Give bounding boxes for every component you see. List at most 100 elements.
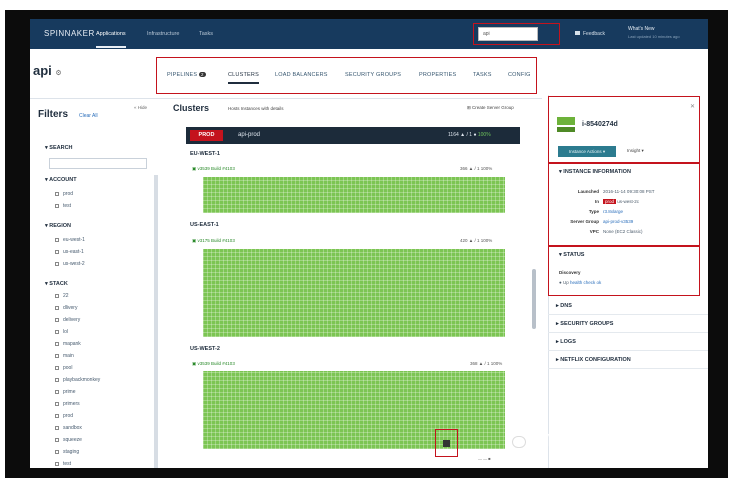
tab-security-groups[interactable]: SECURITY GROUPS xyxy=(345,72,401,78)
netflix-configuration-section[interactable]: ▸ NETFLIX CONFIGURATION xyxy=(556,357,701,363)
checkbox[interactable] xyxy=(55,293,59,298)
selected-instance[interactable] xyxy=(443,440,450,447)
divider xyxy=(548,332,708,333)
security-groups-section[interactable]: ▸ SECURITY GROUPS xyxy=(556,321,701,327)
dns-section[interactable]: ▸ DNS xyxy=(556,303,701,309)
pipelines-badge: 2 xyxy=(198,72,206,77)
create-server-group-button[interactable]: ⊞ Create Server Group xyxy=(467,105,514,111)
global-search-input[interactable]: api xyxy=(478,27,538,41)
header-divider xyxy=(30,98,542,99)
nav-tasks[interactable]: Tasks xyxy=(199,31,213,37)
filter-region-heading[interactable]: ▾ REGION xyxy=(45,223,71,229)
filter-account-heading[interactable]: ▾ ACCOUNT xyxy=(45,177,77,183)
filter-account-prod[interactable]: prod xyxy=(55,191,73,197)
filters-scrollbar[interactable] xyxy=(154,175,158,468)
filter-stack-item[interactable]: staging xyxy=(55,449,79,455)
server-group-label[interactable]: ▣ v3539 Build #4103 xyxy=(192,166,235,172)
checkbox[interactable] xyxy=(55,461,59,466)
checkbox[interactable] xyxy=(55,425,59,430)
tab-load-balancers[interactable]: LOAD BALANCERS xyxy=(275,72,328,78)
checkbox[interactable] xyxy=(55,449,59,454)
filter-stack-item[interactable]: sandbox xyxy=(55,425,82,431)
instance-icon xyxy=(557,117,575,132)
filter-stack-item[interactable]: 22 xyxy=(55,293,69,299)
hide-filters-link[interactable]: « Hide xyxy=(134,105,147,110)
server-group-count: 366 ▲ / 1 100% xyxy=(460,166,493,171)
server-group-label: Server Group xyxy=(570,219,599,224)
divider xyxy=(548,368,708,369)
checkbox[interactable] xyxy=(55,377,59,382)
server-group-label[interactable]: ▣ v3175 Build #4103 xyxy=(192,238,235,244)
filter-stack-item[interactable]: delivery xyxy=(55,317,80,323)
server-group-link[interactable]: api-prod-v3539 xyxy=(603,219,633,224)
filter-stack-item[interactable]: squeeze xyxy=(55,437,82,443)
clear-all-link[interactable]: Clear All xyxy=(79,113,98,119)
whats-new[interactable]: What's New Last updated 10 minutes ago xyxy=(628,26,680,40)
application-title: api ⚙ xyxy=(33,63,62,78)
instance-information-title[interactable]: ▾ INSTANCE INFORMATION xyxy=(559,169,631,175)
filter-stack-item[interactable]: prime xyxy=(55,389,76,395)
filter-stack-item[interactable]: mapank xyxy=(55,341,81,347)
settings-icon[interactable]: ⚙ xyxy=(55,70,61,77)
insight-dropdown[interactable]: Insight ▾ xyxy=(627,148,644,154)
close-icon[interactable]: ✕ xyxy=(690,103,695,110)
launched-label: Launched xyxy=(577,189,599,194)
instance-grid-us-east-1[interactable] xyxy=(203,249,505,337)
filters-title: Filters xyxy=(38,109,69,120)
feedback-link[interactable]: Feedback xyxy=(575,31,605,37)
cluster-name: api-prod xyxy=(238,132,261,138)
application-tabs: PIPELINES 2 CLUSTERS LOAD BALANCERS SECU… xyxy=(156,57,537,94)
filter-stack-item[interactable]: main xyxy=(55,353,74,359)
checkbox[interactable] xyxy=(55,437,59,442)
screenshot-frame: SPINNAKER Applications Infrastructure Ta… xyxy=(5,10,728,478)
in-value: prod us-west-2c xyxy=(603,199,640,204)
chat-icon xyxy=(575,31,580,35)
checkbox[interactable] xyxy=(55,341,59,346)
tab-properties[interactable]: PROPERTIES xyxy=(419,72,456,78)
type-value[interactable]: r3.8xlarge xyxy=(603,209,623,214)
logs-section[interactable]: ▸ LOGS xyxy=(556,339,701,345)
server-group-count: 420 ▲ / 1 100% xyxy=(460,238,493,243)
checkbox[interactable] xyxy=(55,401,59,406)
checkbox[interactable] xyxy=(55,305,59,310)
checkbox[interactable] xyxy=(55,365,59,370)
cluster-header-bar[interactable]: PROD api-prod 1164 ▲ / 1 ● 100% xyxy=(186,127,520,144)
checkbox[interactable] xyxy=(55,413,59,418)
checkbox[interactable] xyxy=(55,353,59,358)
region-title-us-west-2: US-WEST-2 xyxy=(190,346,220,352)
filter-stack-item[interactable]: lol xyxy=(55,329,68,335)
checkbox[interactable] xyxy=(55,389,59,394)
tab-pipelines[interactable]: PIPELINES 2 xyxy=(167,72,206,78)
instance-grid-eu-west-1[interactable] xyxy=(203,177,505,213)
filter-region-us-west-2[interactable]: us-west-2 xyxy=(55,261,85,267)
filter-stack-heading[interactable]: ▾ STACK xyxy=(45,281,68,287)
clusters-scrollbar[interactable] xyxy=(532,269,536,329)
filter-stack-item[interactable]: playbackmonkey xyxy=(55,377,100,383)
tab-tasks[interactable]: TASKS xyxy=(473,72,492,78)
legend-dots: — — ■ xyxy=(478,456,491,461)
selected-instance-highlight[interactable] xyxy=(435,429,458,457)
filter-stack-item[interactable]: primers xyxy=(55,401,80,407)
brand-logo: SPINNAKER xyxy=(44,29,95,38)
filter-region-us-east-1[interactable]: us-east-1 xyxy=(55,249,84,255)
checkbox[interactable] xyxy=(55,329,59,334)
filter-region-eu-west-1[interactable]: eu-west-1 xyxy=(55,237,85,243)
server-group-label[interactable]: ▣ v3539 Build #4103 xyxy=(192,361,235,367)
tab-clusters[interactable]: CLUSTERS xyxy=(228,72,259,84)
status-title[interactable]: ▾ STATUS xyxy=(559,252,584,258)
filter-stack-item[interactable]: prod xyxy=(55,413,73,419)
filter-stack-item[interactable]: dlivery xyxy=(55,305,77,311)
filter-stack-item[interactable]: test xyxy=(55,461,71,467)
tab-config[interactable]: CONFIG xyxy=(508,72,531,78)
cluster-view-options[interactable]: Hosts Instances with details xyxy=(228,106,284,111)
nav-applications[interactable]: Applications xyxy=(96,31,126,48)
nav-infrastructure[interactable]: Infrastructure xyxy=(147,31,179,37)
filter-search-input[interactable] xyxy=(49,158,147,169)
instance-grid-us-west-2[interactable] xyxy=(203,371,505,449)
clusters-title: Clusters xyxy=(173,103,210,113)
filter-search-heading[interactable]: ▾ SEARCH xyxy=(45,145,73,151)
checkbox[interactable] xyxy=(55,317,59,322)
instance-actions-button[interactable]: Instance Actions ▾ xyxy=(558,146,616,157)
filter-account-test[interactable]: test xyxy=(55,203,71,209)
filter-stack-item[interactable]: pool xyxy=(55,365,72,371)
